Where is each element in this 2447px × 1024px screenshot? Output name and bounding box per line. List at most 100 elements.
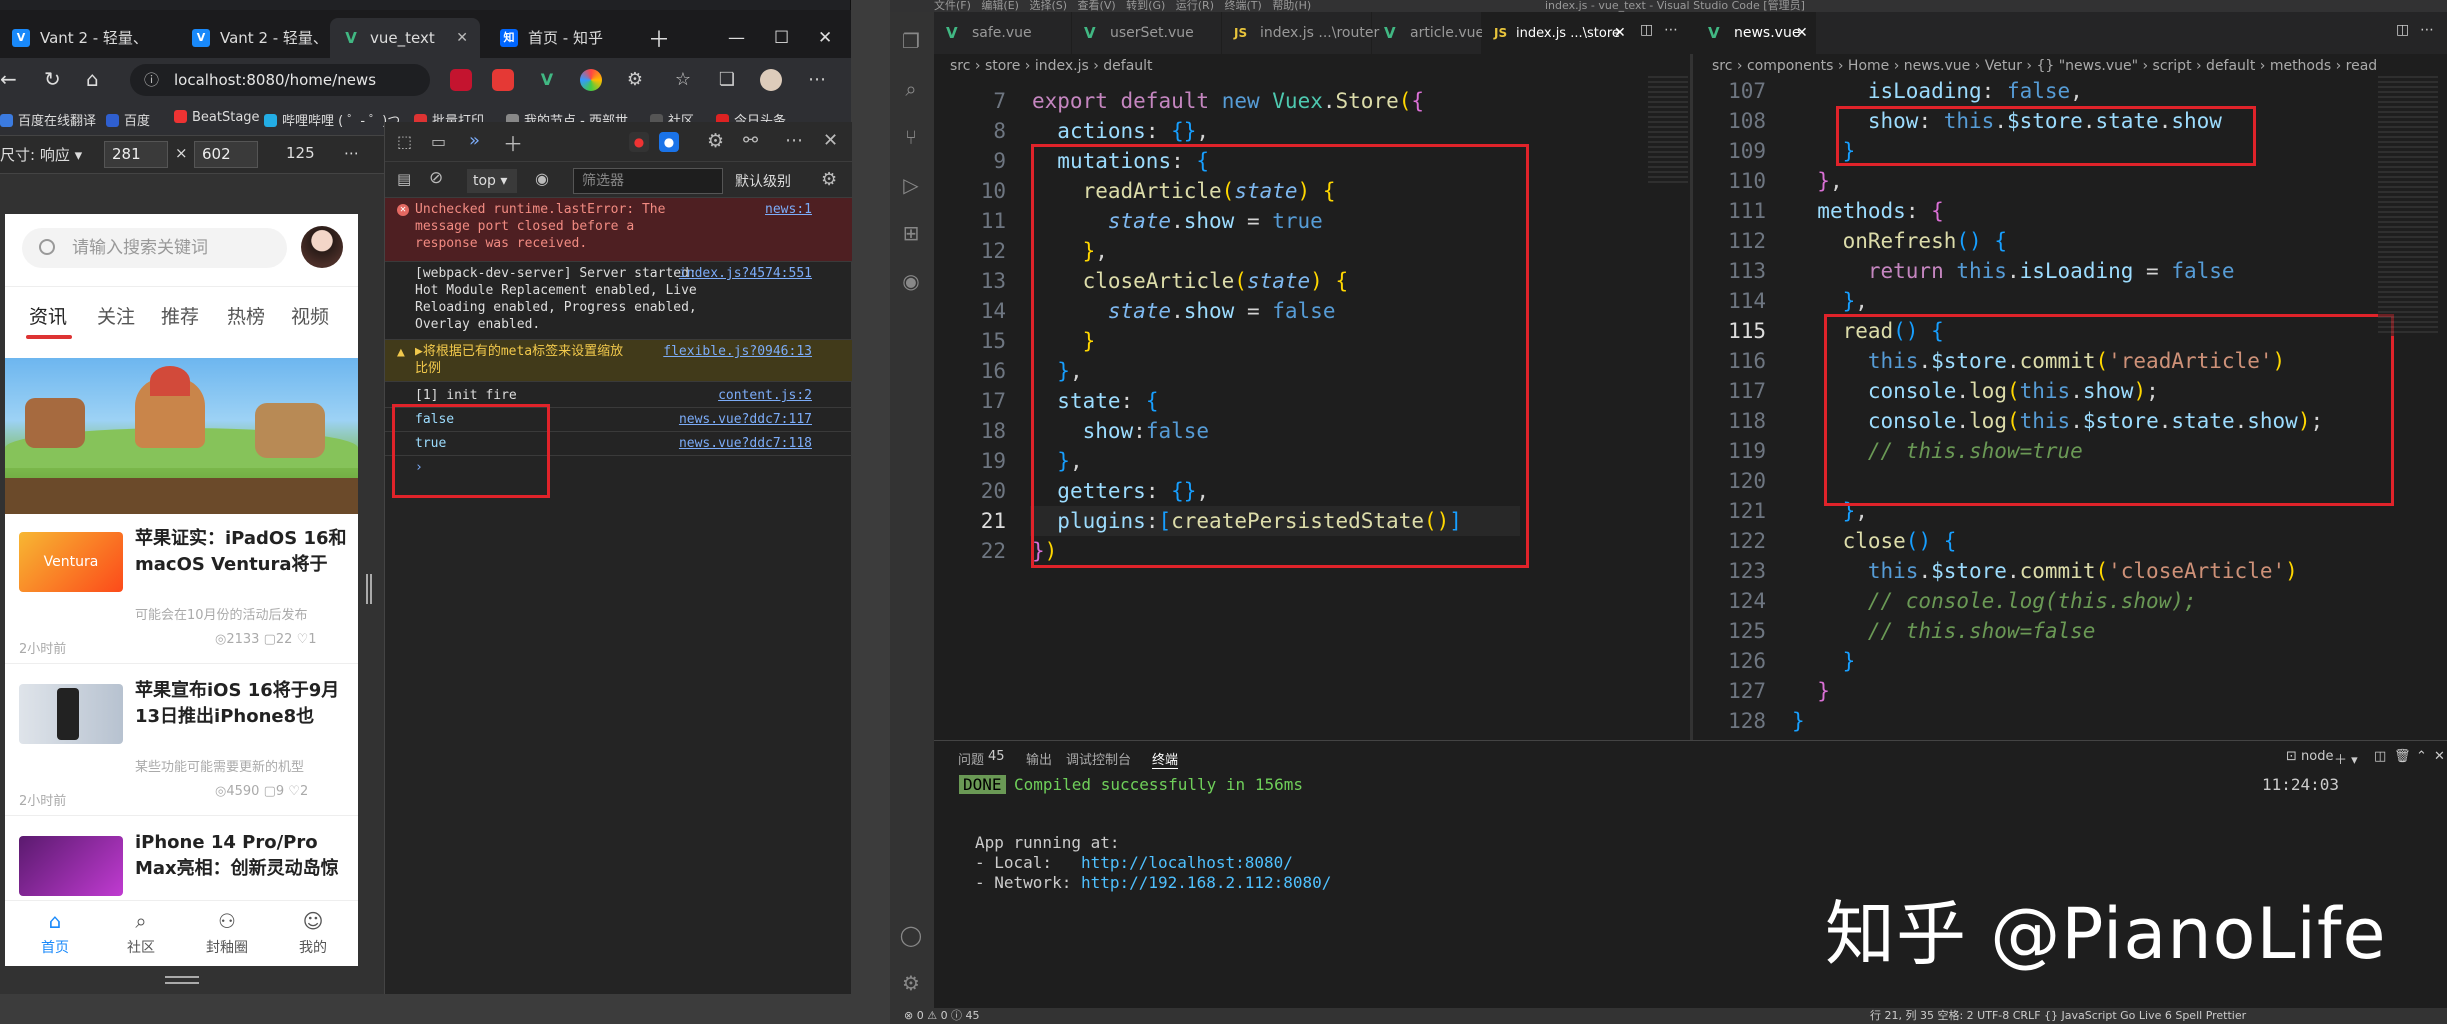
menu-item[interactable]: 运行(R) — [1176, 0, 1214, 12]
add-icon[interactable]: ＋ — [503, 128, 523, 157]
puzzle-icon[interactable]: ⚙ — [624, 69, 646, 91]
close-window-icon[interactable]: ✕ — [818, 28, 832, 48]
local-url-link[interactable]: http://localhost:8080/ — [1081, 853, 1293, 872]
tab-safe-vue[interactable]: Vsafe.vue — [934, 12, 1072, 54]
tab-news-vue[interactable]: Vnews.vue ✕ — [1696, 12, 1816, 54]
explorer-icon[interactable]: ❐ — [898, 28, 924, 54]
close-icon[interactable]: ✕ — [823, 130, 838, 151]
network-url-link[interactable]: http://192.168.2.112:8080/ — [1081, 873, 1331, 892]
tab-router-index-js[interactable]: JS index.js ...\router — [1222, 12, 1379, 54]
more-icon[interactable]: ⋯ — [2420, 22, 2434, 38]
extensions-icon[interactable]: ⊞ — [898, 220, 924, 246]
account-icon[interactable]: ◯ — [898, 922, 924, 948]
console-message-error[interactable]: ✕ Unchecked runtime.lastError: The messag… — [385, 198, 852, 262]
extension-icon[interactable] — [492, 69, 514, 91]
tab-userset-vue[interactable]: VuserSet.vue — [1072, 12, 1222, 54]
nav-home[interactable]: ⌂ 首页 — [15, 909, 95, 957]
source-control-icon[interactable]: ⑂ — [898, 124, 924, 150]
tab-video[interactable]: 视频 — [291, 302, 329, 329]
new-tab-icon[interactable]: ＋ — [648, 22, 670, 54]
gear-icon[interactable]: ⚙ — [707, 130, 724, 152]
split-editor-icon[interactable]: ◫ — [1640, 22, 1653, 38]
vue-devtools-icon[interactable]: V — [536, 69, 558, 91]
context-select[interactable]: top ▾ — [467, 169, 517, 193]
console-source-link[interactable]: content.js:2 — [718, 387, 812, 404]
manage-gear-icon[interactable]: ⚙ — [898, 970, 924, 996]
resize-handle[interactable] — [165, 976, 199, 984]
menu-item[interactable]: 编辑(E) — [981, 0, 1019, 12]
more-icon[interactable]: ⋯ — [1664, 22, 1678, 38]
tab-recommend[interactable]: 推荐 — [161, 302, 199, 329]
menu-item[interactable]: 转到(G) — [1126, 0, 1165, 12]
extension-icon[interactable] — [580, 69, 602, 91]
trash-icon[interactable]: 🗑 — [2394, 749, 2411, 764]
search-input[interactable]: 请输入搜索关键词 — [22, 228, 287, 268]
tab-store-index-js[interactable]: JS index.js ...\store ✕ — [1482, 12, 1632, 54]
tab-debug-console[interactable]: 调试控制台 — [1066, 749, 1131, 768]
browser-tab-active[interactable]: Vvue_text ✕ — [330, 18, 480, 58]
close-icon[interactable]: ✕ — [2434, 749, 2445, 764]
console-source-link[interactable]: flexible.js?0946:13 — [663, 343, 812, 360]
terminal-select[interactable]: ⊡ node — [2286, 749, 2334, 764]
menu-item[interactable]: 查看(V) — [1078, 0, 1116, 12]
profile-avatar[interactable] — [760, 69, 782, 91]
gear-icon[interactable]: ⚙ — [821, 169, 837, 190]
browser-tab[interactable]: 知首页 - 知乎 — [488, 18, 618, 58]
error-badge-icon[interactable]: ● — [629, 132, 649, 152]
url-input[interactable]: ⓘ localhost:8080/home/news — [130, 64, 430, 96]
breadcrumb[interactable]: src › components › Home › news.vue › Vet… — [1712, 54, 2377, 78]
console-source-link[interactable]: index.js?4574:551 — [679, 265, 812, 282]
log-level-select[interactable]: 默认级别 — [735, 171, 791, 191]
minimap[interactable] — [2378, 76, 2438, 336]
tab-problems[interactable]: 问题 — [958, 749, 984, 768]
tab-terminal[interactable]: 终端 — [1152, 749, 1179, 769]
resize-handle[interactable] — [366, 574, 372, 604]
console-message-warning[interactable]: ▲ ▶将根据已有的meta标签来设置缩放比例 flexible.js?0946:13 — [385, 340, 852, 382]
close-icon[interactable]: ✕ — [1614, 12, 1626, 54]
avatar[interactable] — [301, 226, 343, 268]
chevron-up-icon[interactable]: ⌃ — [2416, 749, 2427, 764]
collections-icon[interactable]: ❏ — [716, 69, 738, 91]
zoom-select[interactable]: 125 — [286, 144, 315, 162]
menu-item[interactable]: 终端(T) — [1225, 0, 1262, 12]
console-source-link[interactable]: news.vue?ddc7:117 — [679, 411, 812, 428]
new-terminal-icon[interactable]: ＋ ▾ — [2334, 749, 2358, 768]
bookmark-item[interactable]: 百度 — [106, 110, 150, 129]
nav-mine[interactable]: ☺ 我的 — [273, 909, 353, 957]
reload-icon[interactable]: ↻ — [44, 68, 61, 90]
browser-tab[interactable]: V Vant 2 - 轻量、 — [0, 18, 140, 58]
search-icon[interactable]: ⌕ — [898, 76, 924, 102]
console-source-link[interactable]: news.vue?ddc7:118 — [679, 435, 812, 452]
bookmark-item[interactable]: 百度在线翻译 — [0, 110, 96, 129]
menu-item[interactable]: 文件(F) — [934, 0, 971, 12]
nav-circle[interactable]: ⚇ 封釉圈 — [187, 909, 267, 957]
connect-icon[interactable]: ⚯ — [743, 130, 758, 151]
tab-output[interactable]: 输出 — [1026, 749, 1052, 768]
bookmark-item[interactable]: BeatStage — [174, 110, 260, 125]
favorites-icon[interactable]: ☆ — [672, 69, 694, 91]
more-icon[interactable]: ⋯ — [344, 144, 359, 162]
more-icon[interactable]: ⋯ — [806, 69, 828, 91]
tab-article-vue[interactable]: Varticle.vue — [1372, 12, 1484, 54]
sidebar-icon[interactable]: ▤ — [397, 170, 411, 188]
list-item[interactable]: Ventura 苹果证实：iPadOS 16和macOS Ventura将于1.… — [5, 514, 358, 664]
console-source-link[interactable]: news:1 — [765, 201, 812, 218]
back-icon[interactable]: ← — [0, 68, 17, 90]
tab-hot[interactable]: 热榜 — [227, 302, 265, 329]
console-message[interactable]: [webpack-dev-server] Server started: Hot… — [385, 262, 852, 340]
nav-community[interactable]: ⌕ 社区 — [101, 909, 181, 957]
split-terminal-icon[interactable]: ◫ — [2374, 749, 2386, 764]
clear-icon[interactable]: ⊘ — [429, 168, 443, 188]
device-select[interactable]: 尺寸: 响应 ▾ — [0, 144, 82, 165]
split-editor-icon[interactable]: ◫ — [2396, 22, 2409, 38]
more-icon[interactable]: ⋯ — [785, 130, 803, 151]
inspect-icon[interactable]: ⬚ — [397, 132, 412, 151]
minimize-icon[interactable]: — — [728, 28, 745, 48]
extension-icon[interactable] — [450, 69, 472, 91]
run-debug-icon[interactable]: ▷ — [898, 172, 924, 198]
message-badge-icon[interactable]: ● — [659, 132, 679, 152]
breadcrumb[interactable]: src › store › index.js › default — [950, 54, 1153, 78]
close-icon[interactable]: ✕ — [1796, 12, 1808, 54]
remote-icon[interactable]: ◉ — [898, 268, 924, 294]
height-input[interactable]: 602 — [194, 141, 258, 168]
